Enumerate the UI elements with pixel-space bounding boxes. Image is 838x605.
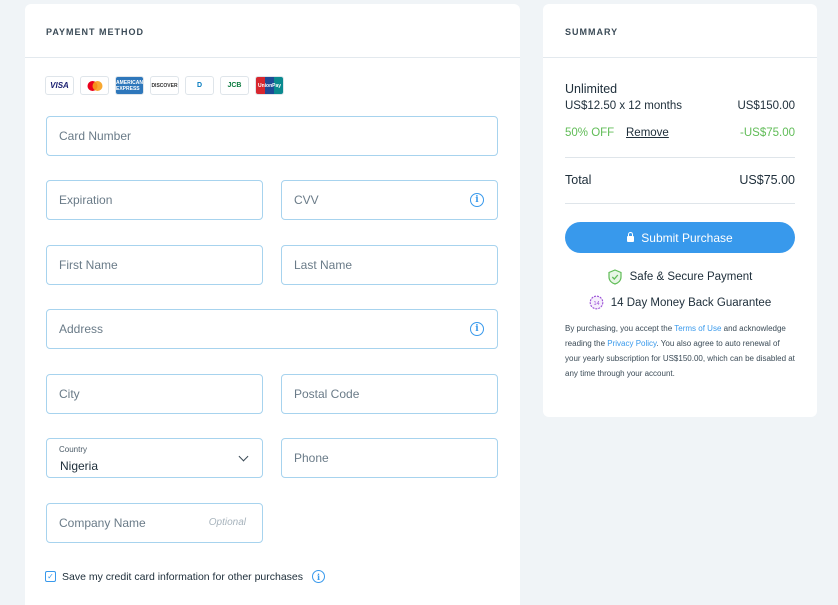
last-name-field[interactable]: Last Name	[281, 245, 498, 285]
chevron-down-icon	[238, 451, 249, 462]
payment-method-title: PAYMENT METHOD	[25, 4, 520, 58]
secure-payment-row: Safe & Secure Payment	[543, 269, 817, 285]
optional-label: Optional	[208, 517, 246, 528]
secure-payment-label: Safe & Secure Payment	[629, 271, 753, 283]
jcb-logo: JCB	[220, 76, 249, 95]
card-logos: VISA AMERICAN EXPRESS DISCOVER D JCB Uni…	[45, 76, 284, 95]
first-name-field[interactable]: First Name	[46, 245, 263, 285]
shield-icon	[608, 269, 622, 285]
phone-placeholder: Phone	[294, 451, 329, 465]
amex-logo: AMERICAN EXPRESS	[115, 76, 144, 95]
address-placeholder: Address	[59, 322, 104, 336]
lock-icon	[627, 231, 635, 242]
discover-logo: DISCOVER	[150, 76, 179, 95]
first-name-placeholder: First Name	[59, 258, 118, 272]
discount-amount: -US$75.00	[740, 127, 795, 139]
expiration-field[interactable]: Expiration	[46, 180, 263, 220]
postal-code-placeholder: Postal Code	[294, 387, 360, 401]
city-field[interactable]: City	[46, 374, 263, 414]
country-label: Country	[59, 445, 88, 454]
submit-purchase-button[interactable]: Submit Purchase	[565, 222, 795, 253]
submit-purchase-label: Submit Purchase	[641, 230, 733, 245]
plan-name: Unlimited	[565, 82, 618, 96]
save-card-row: ✓ Save my credit card information for ot…	[45, 570, 326, 583]
money-back-label: 14 Day Money Back Guarantee	[610, 296, 772, 309]
privacy-policy-link[interactable]: Privacy Policy	[607, 339, 656, 348]
mastercard-logo	[80, 76, 109, 95]
city-placeholder: City	[59, 387, 80, 401]
unionpay-logo: UnionPay	[255, 76, 284, 95]
address-info-icon[interactable]: i	[470, 322, 484, 336]
postal-code-field[interactable]: Postal Code	[281, 374, 498, 414]
remove-discount-link[interactable]: Remove	[626, 127, 669, 139]
summary-panel: SUMMARY Unlimited US$12.50 x 12 months U…	[543, 4, 817, 417]
cvv-field[interactable]: CVV i	[281, 180, 498, 220]
save-card-checkbox[interactable]: ✓	[45, 571, 56, 582]
payment-method-panel: PAYMENT METHOD VISA AMERICAN EXPRESS DIS…	[25, 4, 520, 605]
diners-logo: D	[185, 76, 214, 95]
last-name-placeholder: Last Name	[294, 258, 353, 272]
summary-title: SUMMARY	[543, 4, 817, 58]
card-number-placeholder: Card Number	[59, 129, 132, 143]
money-back-badge-icon: 14	[589, 295, 604, 310]
divider	[565, 203, 795, 204]
legal-text-part1: By purchasing, you accept the	[565, 324, 675, 333]
card-number-field[interactable]: Card Number	[46, 116, 498, 156]
cvv-placeholder: CVV	[294, 193, 319, 207]
visa-logo: VISA	[45, 76, 74, 95]
money-back-row: 14 14 Day Money Back Guarantee	[543, 295, 817, 310]
save-card-label[interactable]: Save my credit card information for othe…	[62, 571, 303, 583]
country-value: Nigeria	[60, 459, 99, 473]
total-label: Total	[565, 173, 592, 187]
address-field[interactable]: Address i	[46, 309, 498, 349]
plan-price-detail: US$12.50 x 12 months	[565, 100, 682, 112]
company-name-placeholder: Company Name	[59, 516, 146, 530]
expiration-placeholder: Expiration	[59, 193, 113, 207]
money-back-badge-number: 14	[593, 301, 599, 307]
legal-text: By purchasing, you accept the Terms of U…	[565, 321, 797, 381]
cvv-info-icon[interactable]: i	[470, 193, 484, 207]
divider	[565, 157, 795, 158]
company-name-field[interactable]: Company Name Optional	[46, 503, 263, 543]
plan-price: US$150.00	[737, 100, 795, 112]
country-select[interactable]: Country Nigeria	[46, 438, 263, 478]
total-amount: US$75.00	[739, 173, 795, 187]
discount-label: 50% OFF	[565, 127, 615, 139]
terms-of-use-link[interactable]: Terms of Use	[674, 324, 721, 333]
save-card-info-icon[interactable]: i	[312, 570, 326, 583]
phone-field[interactable]: Phone	[281, 438, 498, 478]
